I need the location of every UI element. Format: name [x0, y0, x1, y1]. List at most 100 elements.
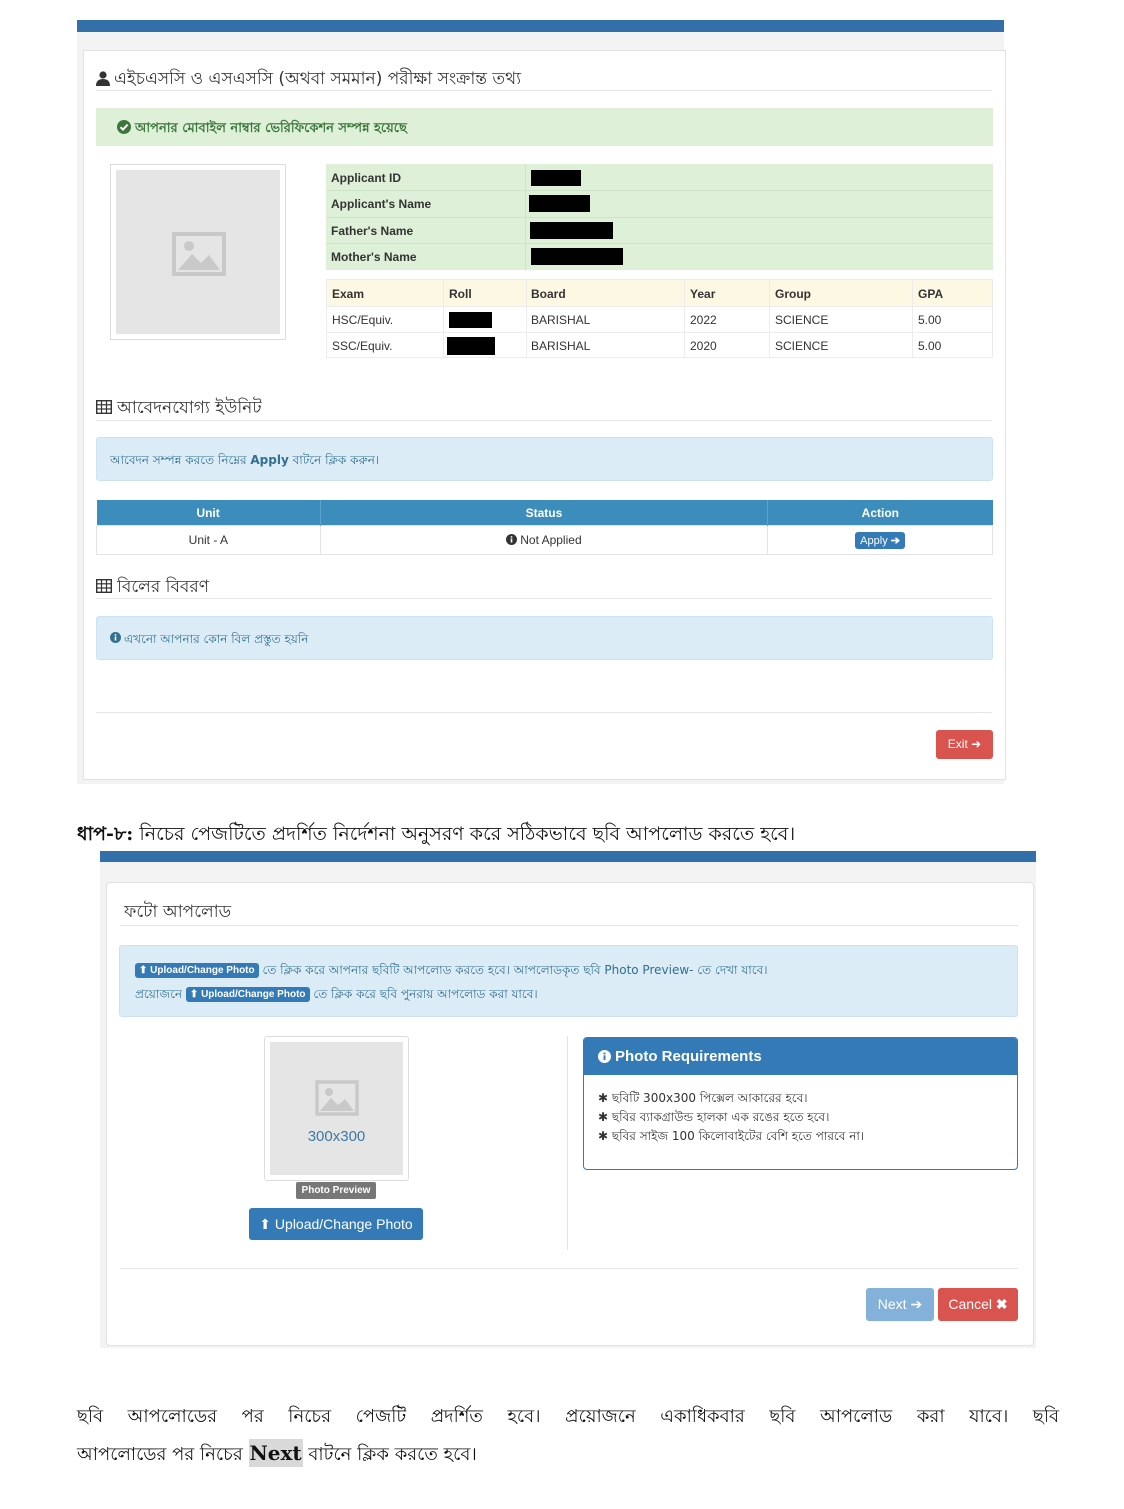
- apply-button[interactable]: Apply ➔: [855, 531, 905, 549]
- next-button[interactable]: Next ➔: [866, 1288, 934, 1321]
- asterisk-icon: ✱: [598, 1110, 609, 1124]
- ssc-gpa: 5.00: [918, 339, 942, 353]
- check-circle-icon: [117, 120, 131, 138]
- col-divider: [443, 280, 444, 357]
- gpa-header: GPA: [918, 287, 944, 301]
- sign-out-icon: ➜: [971, 737, 982, 751]
- top-header-bar: [100, 851, 1036, 862]
- photo-requirements-header: Photo Requirements: [584, 1038, 1017, 1075]
- divider: [96, 598, 992, 599]
- instruction-line-2: প্রয়োজনে ⬆ Upload/Change Photo তে ক্লিক…: [135, 987, 538, 1002]
- placeholder-size-text: 300x300: [307, 1128, 366, 1145]
- photo-instructions-alert: ⬆ Upload/Change Photo তে ক্লিক করে আপনার…: [119, 945, 1018, 1017]
- status-header: Status: [319, 500, 768, 526]
- row-divider: [326, 190, 993, 191]
- unit-header: Unit: [96, 500, 321, 526]
- applicant-id-label: Applicant ID: [331, 171, 402, 185]
- units-title-text: আবেদনযোগ্য ইউনিট: [117, 398, 262, 418]
- close-icon: ✖: [995, 1296, 1008, 1312]
- ssc-board: BARISHAL: [531, 339, 591, 353]
- photo-preview-frame: 300x300: [264, 1036, 409, 1181]
- hsc-group: SCIENCE: [775, 313, 829, 327]
- info-circle-icon: [110, 632, 121, 646]
- divider: [120, 925, 1018, 926]
- applicant-id-redacted: [531, 170, 581, 186]
- applicant-info-table: Applicant ID Applicant's Name Father's N…: [326, 164, 993, 270]
- info-circle-icon: [506, 533, 518, 548]
- step-text: নিচের পেজটিতে প্রদর্শিত নির্দেশনা অনুসরণ…: [133, 823, 796, 845]
- year-header: Year: [690, 287, 716, 301]
- photo-upload-title: ফটো আপলোড: [124, 902, 232, 922]
- bill-title-text: বিলের বিবরণ: [117, 577, 209, 597]
- ssc-year: 2020: [690, 339, 717, 353]
- bill-info-alert: এখনো আপনার কোন বিল প্রস্তুত হয়নি: [96, 616, 993, 660]
- footer-line-2: আপলোডের পর নিচের Next বাটনে ক্লিক করতে হ…: [77, 1439, 477, 1467]
- col-divider: [912, 280, 913, 357]
- father-name-label: Father's Name: [331, 224, 414, 238]
- exam-table-header: [327, 280, 992, 306]
- exam-table: Exam Roll Board Year Group GPA HSC/Equiv…: [326, 279, 993, 358]
- board-header: Board: [531, 287, 566, 301]
- requirement-item: ✱ ছবির ব্যাকগ্রাউন্ড হালকা এক রঙের হতে হ…: [598, 1110, 830, 1124]
- table-row: Unit - A Not Applied Apply ➔: [96, 525, 993, 555]
- exit-button[interactable]: Exit ➜: [936, 730, 993, 759]
- status-text: Not Applied: [520, 532, 582, 547]
- photo-requirements-panel: Photo Requirements ✱ ছবিটি 300x300 পিক্স…: [583, 1037, 1018, 1170]
- action-cell: Apply ➔: [767, 525, 993, 555]
- asterisk-icon: ✱: [598, 1129, 609, 1143]
- exam-header: Exam: [332, 287, 365, 301]
- units-title: আবেদনযোগ্য ইউনিট: [95, 395, 262, 423]
- photo-requirements-title: Photo Requirements: [615, 1048, 762, 1065]
- row-divider: [326, 243, 993, 244]
- next-highlight: Next: [248, 1439, 303, 1467]
- bill-info-text: এখনো আপনার কোন বিল প্রস্তুত হয়নি: [124, 632, 309, 646]
- requirement-item: ✱ ছবির সাইজ 100 কিলোবাইটের বেশি হতে পারব…: [598, 1129, 865, 1143]
- instruction-line-1: ⬆ Upload/Change Photo তে ক্লিক করে আপনার…: [135, 962, 768, 982]
- units-info-alert: আবেদন সম্পন্ন করতে নিম্নের Apply বাটনে ক…: [96, 437, 993, 481]
- mother-name-label: Mother's Name: [331, 250, 417, 264]
- requirement-item: ✱ ছবিটি 300x300 পিক্সেল আকারের হবে।: [598, 1091, 808, 1105]
- ssc-exam: SSC/Equiv.: [332, 339, 393, 353]
- table-icon: [95, 399, 113, 419]
- image-icon: [172, 232, 226, 280]
- top-header-bar: [77, 20, 1004, 32]
- inline-upload-button: ⬆ Upload/Change Photo: [135, 963, 259, 978]
- step-instruction: ধাপ-৮: নিচের পেজটিতে প্রদর্শিত নির্দেশনা…: [77, 820, 795, 852]
- hsc-roll-redacted: [449, 312, 492, 328]
- hsc-gpa: 5.00: [918, 313, 942, 327]
- roll-header: Roll: [449, 287, 472, 301]
- verification-alert: আপনার মোবাইল নাম্বার ভেরিফিকেশন সম্পন্ন …: [96, 108, 993, 146]
- inline-upload-button: ⬆ Upload/Change Photo: [185, 987, 310, 1002]
- applicant-photo-frame: [110, 164, 286, 340]
- exam-info-title-text: এইচএসসি ও এসএসসি (অথবা সমমান) পরীক্ষা সং…: [114, 69, 522, 89]
- ssc-roll-redacted: [447, 337, 495, 355]
- cancel-button[interactable]: Cancel ✖: [938, 1288, 1018, 1321]
- column-divider: [567, 1036, 568, 1250]
- verification-text: আপনার মোবাইল নাম্বার ভেরিফিকেশন সম্পন্ন …: [135, 121, 407, 136]
- row-divider: [327, 332, 992, 333]
- step-number: ধাপ-৮:: [77, 823, 134, 845]
- info-circle-icon: [598, 1050, 611, 1067]
- applicant-name-redacted: [529, 195, 590, 212]
- units-table: Unit Status Action Unit - A Not Applied …: [96, 500, 993, 555]
- asterisk-icon: ✱: [598, 1091, 609, 1105]
- father-name-redacted: [530, 222, 613, 239]
- applicant-name-label: Applicant's Name: [331, 197, 432, 211]
- units-info-text: আবেদন সম্পন্ন করতে নিম্নের Apply বাটনে ক…: [110, 453, 380, 467]
- user-icon: [96, 71, 110, 91]
- mother-name-redacted: [531, 248, 623, 265]
- image-icon: [315, 1080, 359, 1120]
- upload-change-photo-button[interactable]: ⬆ Upload/Change Photo: [249, 1208, 423, 1240]
- photo-preview-label: Photo Preview: [296, 1182, 376, 1199]
- table-icon: [95, 578, 113, 598]
- unit-cell: Unit - A: [96, 525, 321, 555]
- status-cell: Not Applied: [319, 525, 769, 555]
- col-divider: [526, 280, 527, 357]
- row-divider: [327, 306, 992, 307]
- divider: [120, 1268, 1018, 1269]
- hsc-board: BARISHAL: [531, 313, 591, 327]
- row-divider: [326, 217, 993, 218]
- upload-icon: ⬆: [259, 1216, 272, 1232]
- footer-line-1: ছবি আপলোডের পর নিচের পেজটি প্রদর্শিত হবে…: [77, 1406, 1059, 1427]
- photo-preview-placeholder: 300x300: [270, 1042, 403, 1175]
